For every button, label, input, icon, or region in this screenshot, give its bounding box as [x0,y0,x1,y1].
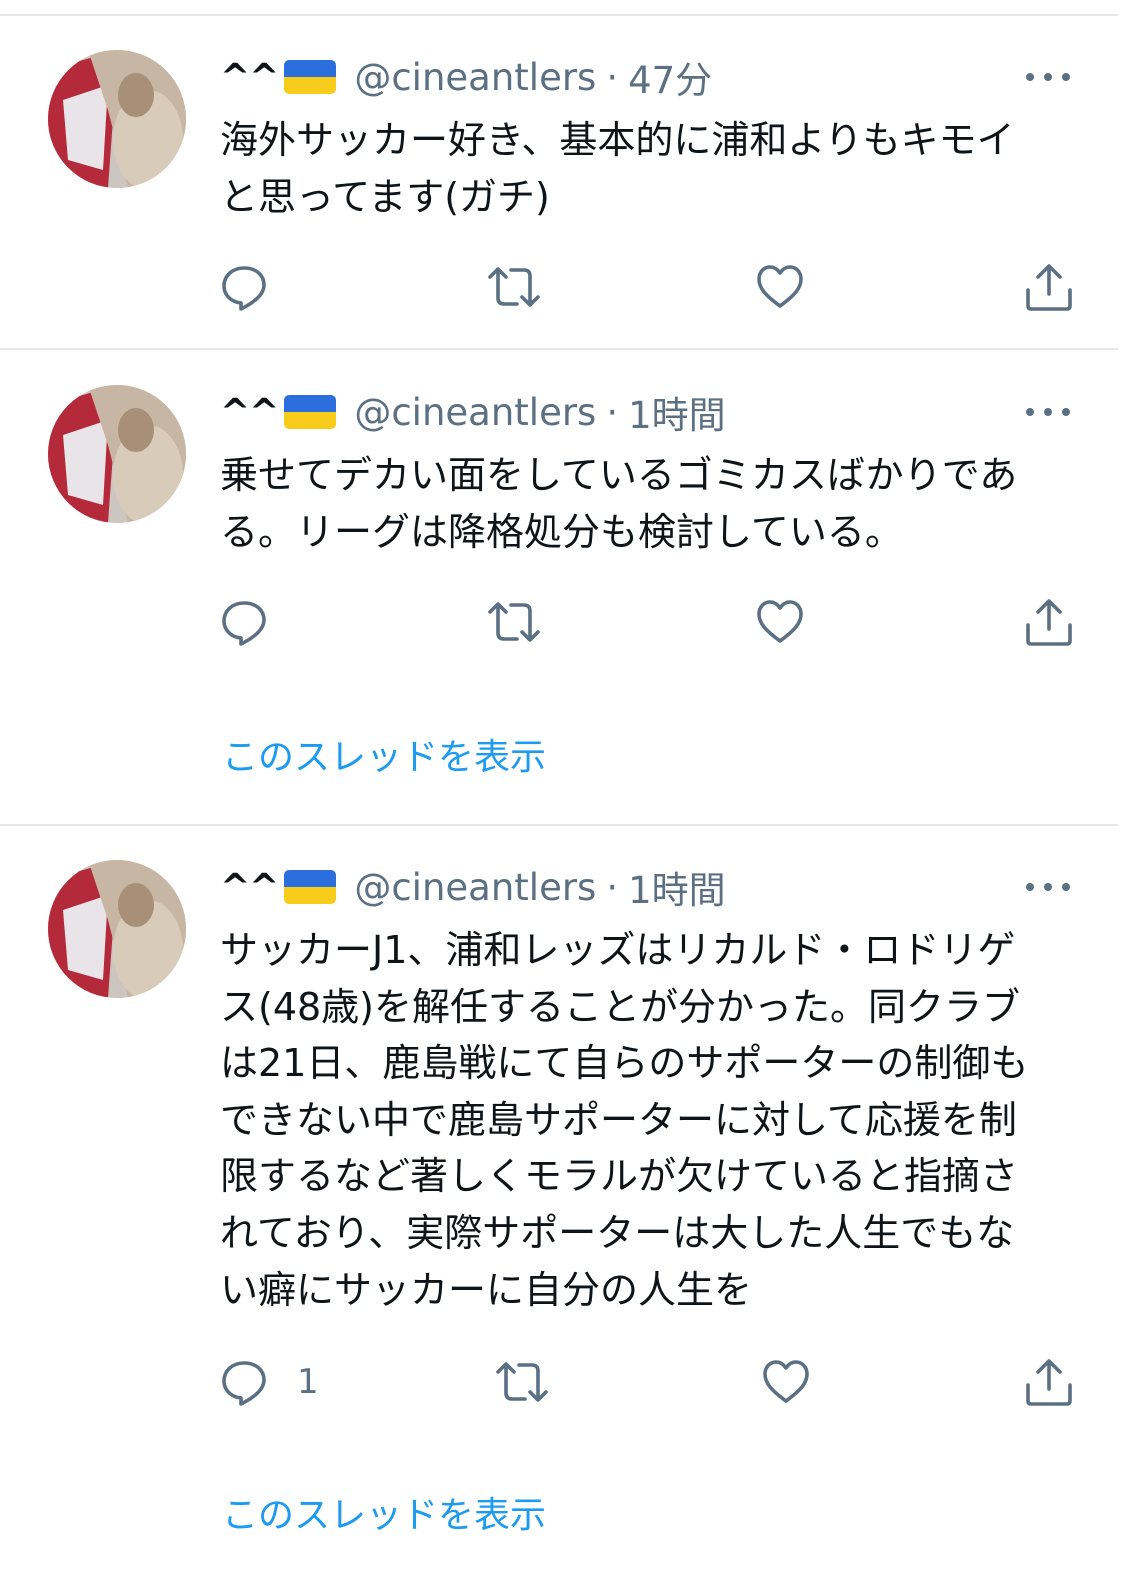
like-button[interactable] [755,262,805,312]
separator: · [606,865,619,909]
timestamp[interactable]: 1時間 [628,860,726,914]
retweet-icon [496,1362,548,1402]
ukraine-flag-icon [284,60,337,94]
tweet-text: 乗せてデカい面をしているゴミカスばかりであ る。リーグは降格処分も検討している。 [220,453,1018,554]
retweet-button[interactable] [487,262,541,312]
share-icon [1026,264,1072,311]
tweet-header: ^^ @cineantlers · 47分 [220,47,712,107]
separator: · [606,55,619,99]
tweet-text: サッカーJ1、浦和レッズはリカルド・ロドリゲ ス(48歳)を解任することが分かっ… [220,928,1029,1312]
display-name[interactable]: ^^ [220,867,279,908]
more-icon[interactable] [1026,72,1070,82]
tweet-divider [0,824,1118,826]
like-button[interactable] [761,1357,811,1407]
reply-icon [222,601,266,646]
retweet-button[interactable] [495,1357,549,1407]
reply-button[interactable] [219,597,269,647]
reply-icon [222,1361,266,1406]
reply-button[interactable] [219,262,269,312]
reply-icon [222,266,266,311]
share-icon [1026,599,1072,646]
retweet-icon [488,267,540,307]
retweet-icon [488,602,540,642]
like-icon [757,265,803,308]
show-thread-link[interactable]: このスレッドを表示 [222,728,546,780]
tweet-header: ^^ @cineantlers · 1時間 [220,382,726,442]
separator: · [606,390,619,434]
display-name[interactable]: ^^ [220,57,279,98]
ukraine-flag-icon [284,870,337,904]
tweet-divider [0,348,1118,350]
avatar-image [48,860,186,998]
avatar-image [48,50,186,188]
timestamp[interactable]: 47分 [628,50,712,104]
handle[interactable]: @cineantlers [354,391,596,434]
ukraine-flag-icon [284,395,337,429]
timestamp[interactable]: 1時間 [628,385,726,439]
more-icon[interactable] [1026,882,1070,892]
share-button[interactable] [1024,597,1074,647]
tweet-header: ^^ @cineantlers · 1時間 [220,857,726,917]
reply-button[interactable]: 1 [219,1357,319,1407]
share-icon [1026,1359,1072,1406]
avatar[interactable] [48,50,186,188]
retweet-button[interactable] [487,597,541,647]
like-icon [763,1360,809,1403]
show-thread-link[interactable]: このスレッドを表示 [222,1486,546,1538]
share-button[interactable] [1024,262,1074,312]
avatar[interactable] [48,860,186,998]
avatar-image [48,385,186,523]
handle[interactable]: @cineantlers [354,56,596,99]
reply-count: 1 [297,1362,319,1402]
tweet-text: 海外サッカー好き、基本的に浦和よりもキモイ と思ってます(ガチ) [220,118,1015,219]
like-button[interactable] [755,597,805,647]
tweet-divider [0,14,1118,16]
avatar[interactable] [48,385,186,523]
like-icon [757,600,803,643]
more-icon[interactable] [1026,407,1070,417]
display-name[interactable]: ^^ [220,392,279,433]
handle[interactable]: @cineantlers [354,866,596,909]
share-button[interactable] [1024,1357,1074,1407]
